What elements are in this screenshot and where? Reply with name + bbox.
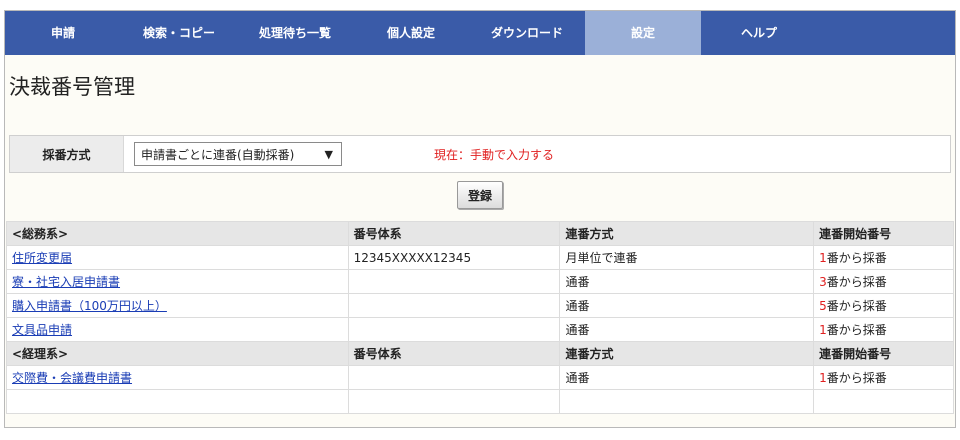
method-cell: 通番 [559,365,815,390]
method-cell: 月単位で連番 [559,245,815,270]
column-header: 番号体系 [347,341,561,366]
form-name-cell: 住所変更届 [6,245,349,270]
numbering-table: <総務系> 番号体系 連番方式 連番開始番号 住所変更届 12345XXXXX1… [6,221,954,414]
nav-item-pending-list[interactable]: 処理待ち一覧 [237,11,353,55]
scheme-cell [347,317,561,342]
table-row: 購入申請書（100万円以上） 通番 5番から採番 [6,293,954,318]
form-name-cell: 購入申請書（100万円以上） [6,293,349,318]
method-cell: 通番 [559,269,815,294]
group-header-row: <総務系> 番号体系 連番方式 連番開始番号 [6,221,954,246]
nav-item-help[interactable]: ヘルプ [701,11,817,55]
current-status-text: 現在：手動で入力する [434,147,555,162]
form-link[interactable]: 交際費・会議費申請書 [12,371,132,385]
start-number-suffix: 番から採番 [826,299,887,313]
form-name-cell: 寮・社宅入居申請書 [6,269,349,294]
top-nav: 申請 検索・コピー 処理待ち一覧 個人設定 ダウンロード 設定 ヘルプ [5,11,955,55]
column-header: 連番方式 [559,341,815,366]
table-row: 寮・社宅入居申請書 通番 3番から採番 [6,269,954,294]
group-name: <経理系> [6,341,349,366]
table-row: 交際費・会議費申請書 通番 1番から採番 [6,365,954,390]
start-number: 3 [819,275,827,289]
register-row: 登録 [5,173,955,217]
table-row: 住所変更届 12345XXXXX12345 月単位で連番 1番から採番 [6,245,954,270]
form-link[interactable]: 購入申請書（100万円以上） [12,299,167,313]
form-link[interactable]: 寮・社宅入居申請書 [12,275,120,289]
start-number-suffix: 番から採番 [826,323,887,337]
start-number-cell: 1番から採番 [813,365,954,390]
column-header: 連番開始番号 [813,221,954,246]
numbering-method-panel: 採番方式 申請書ごとに連番(自動採番) ▼ 現在：手動で入力する [9,135,951,173]
start-number: 1 [819,251,827,265]
scheme-cell [347,293,561,318]
nav-item-settings[interactable]: 設定 [585,11,701,55]
method-cell [559,389,815,414]
numbering-method-label: 採番方式 [10,136,124,172]
group-header-row: <経理系> 番号体系 連番方式 連番開始番号 [6,341,954,366]
column-header: 番号体系 [347,221,561,246]
table-row: 文具品申請 通番 1番から採番 [6,317,954,342]
table-row [6,389,954,414]
scheme-cell: 12345XXXXX12345 [347,245,561,270]
scheme-cell [347,269,561,294]
group-name: <総務系> [6,221,349,246]
form-link[interactable]: 住所変更届 [12,251,72,265]
nav-item-search-copy[interactable]: 検索・コピー [121,11,237,55]
start-number-suffix: 番から採番 [826,275,887,289]
method-cell: 通番 [559,317,815,342]
chevron-down-icon: ▼ [324,147,333,161]
start-number-suffix: 番から採番 [826,251,887,265]
start-number-cell: 1番から採番 [813,317,954,342]
form-name-cell: 文具品申請 [6,317,349,342]
form-name-cell [6,389,349,414]
column-header: 連番方式 [559,221,815,246]
register-button[interactable]: 登録 [457,181,503,209]
start-number: 1 [819,323,827,337]
start-number: 5 [819,299,827,313]
start-number-cell [813,389,954,414]
nav-item-apply[interactable]: 申請 [5,11,121,55]
page-title: 決裁番号管理 [9,75,135,99]
column-header: 連番開始番号 [813,341,954,366]
start-number-cell: 1番から採番 [813,245,954,270]
nav-item-personal-settings[interactable]: 個人設定 [353,11,469,55]
numbering-method-select[interactable]: 申請書ごとに連番(自動採番) ▼ [134,142,342,166]
nav-item-download[interactable]: ダウンロード [469,11,585,55]
start-number-suffix: 番から採番 [826,371,887,385]
scheme-cell [347,365,561,390]
numbering-method-value: 申請書ごとに連番(自動採番) [141,147,295,162]
method-cell: 通番 [559,293,815,318]
start-number-cell: 5番から採番 [813,293,954,318]
start-number-cell: 3番から採番 [813,269,954,294]
app-frame: 申請 検索・コピー 処理待ち一覧 個人設定 ダウンロード 設定 ヘルプ 決裁番号… [4,10,956,428]
scheme-cell [347,389,561,414]
start-number: 1 [819,371,827,385]
form-link[interactable]: 文具品申請 [12,323,72,337]
form-name-cell: 交際費・会議費申請書 [6,365,349,390]
